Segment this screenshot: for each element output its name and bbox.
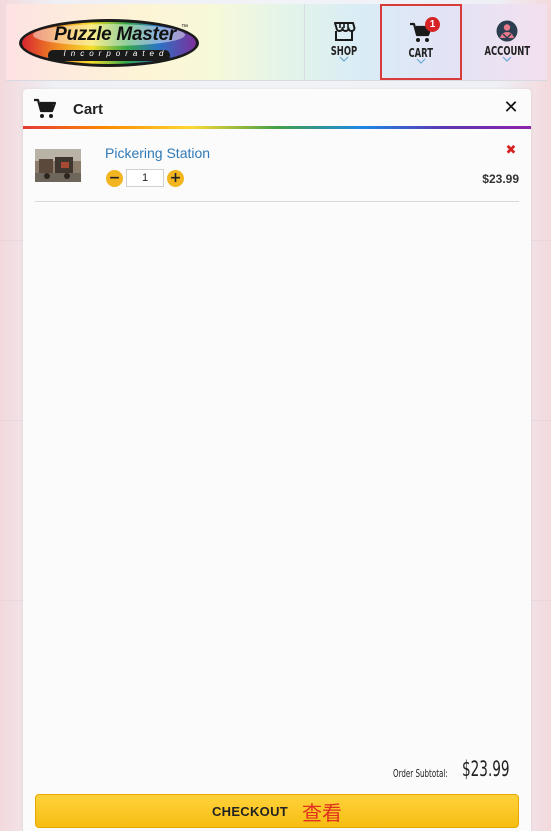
- nav-cart-label: CART: [408, 46, 434, 60]
- item-price: $23.99: [482, 172, 519, 186]
- increase-quantity-button[interactable]: +: [167, 169, 184, 187]
- checkout-label: CHECKOUT: [211, 803, 289, 819]
- checkout-button[interactable]: CHECKOUT 查看: [35, 794, 519, 828]
- rainbow-divider: [23, 126, 531, 129]
- shopping-cart-icon: [33, 98, 57, 120]
- nav-shop-label: SHOP: [330, 44, 357, 58]
- product-name-link[interactable]: Pickering Station: [105, 145, 210, 161]
- site-header: Puzzle Master ™ Incorporated SHOP 1 CART…: [6, 4, 547, 81]
- close-cart-button[interactable]: ✕: [501, 98, 521, 118]
- logo-name: Puzzle Master: [54, 24, 176, 45]
- puzzle-master-logo[interactable]: Puzzle Master ™ Incorporated: [16, 16, 202, 70]
- cart-count-badge: 1: [425, 17, 440, 32]
- quantity-input[interactable]: [126, 169, 164, 187]
- product-thumbnail[interactable]: [35, 149, 81, 182]
- logo-trademark: ™: [181, 24, 188, 31]
- cart-title: Cart: [73, 101, 104, 118]
- shopping-cart-icon: 1: [409, 17, 440, 44]
- cart-item-row: Pickering Station − + ✖ $23.99: [35, 139, 519, 202]
- storefront-icon: [332, 20, 356, 42]
- remove-item-button[interactable]: ✖: [505, 144, 517, 157]
- order-subtotal-label: Order Subtotal:: [393, 767, 448, 780]
- nav-cart[interactable]: 1 CART: [380, 4, 462, 80]
- nav-shop[interactable]: SHOP: [304, 4, 382, 80]
- nav-account[interactable]: ACCOUNT: [468, 4, 546, 80]
- account-avatar-icon: [495, 20, 519, 42]
- logo-subtitle: Incorporated: [63, 49, 169, 58]
- checkout-annotation: 查看: [302, 800, 343, 825]
- nav-account-label: ACCOUNT: [484, 44, 530, 58]
- order-subtotal-value: $23.99: [462, 757, 510, 781]
- cart-panel-header: Cart ✕: [23, 89, 531, 127]
- decrease-quantity-button[interactable]: −: [106, 169, 123, 187]
- quantity-stepper: − +: [106, 168, 184, 188]
- cart-panel: Cart ✕ Pickering Station − + ✖ $23.99 Or…: [23, 89, 531, 831]
